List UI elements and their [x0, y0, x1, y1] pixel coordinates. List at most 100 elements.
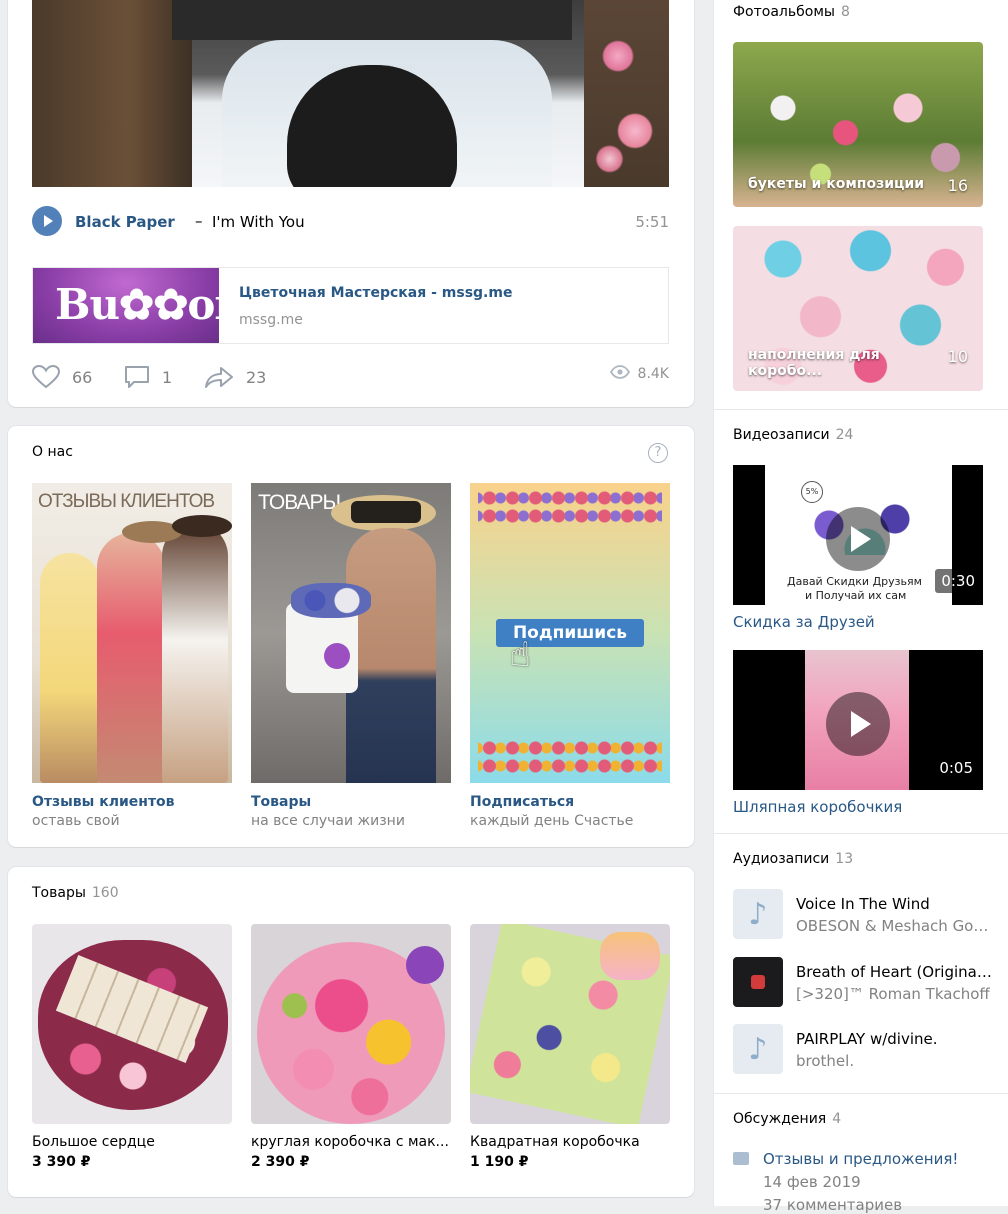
post-audio-row[interactable]: Black Paper – I'm With You 5:51: [32, 206, 669, 238]
blue-flowers: [291, 583, 371, 618]
hat-shape: [172, 515, 232, 537]
track-artist[interactable]: [>320]™ Roman Tkachoff: [796, 985, 993, 1003]
goods-title[interactable]: Товары 160: [32, 885, 119, 901]
audio-artist[interactable]: Black Paper: [75, 213, 175, 231]
product-name[interactable]: Большое сердце: [32, 1134, 232, 1150]
album-name: букеты и композиции: [748, 176, 925, 192]
tile-title[interactable]: Подписаться: [470, 794, 670, 810]
tile-title[interactable]: Товары: [251, 794, 451, 810]
discussions-title-label: Обсуждения: [733, 1111, 827, 1127]
woman-body: [346, 528, 436, 783]
about-title: О нас: [32, 444, 73, 460]
share-icon: [204, 365, 234, 389]
heart-icon: [32, 365, 60, 389]
photo-black-paper: [172, 0, 572, 40]
post-actions: 66 1 23 8.4K: [32, 362, 669, 392]
comment-count: 1: [162, 367, 173, 387]
product-item[interactable]: Квадратная коробочка 1 190 ₽: [470, 924, 670, 1170]
album-count: 10: [947, 347, 968, 366]
audio-track[interactable]: Breath of Heart (Original ... [>320]™ Ro…: [733, 957, 993, 1007]
audio-title[interactable]: I'm With You: [212, 213, 305, 231]
discussion-topic[interactable]: Отзывы и предложения!: [763, 1150, 958, 1168]
link-snippet[interactable]: Bu✿✿on Цветочная Мастерская - mssg.me ms…: [32, 267, 669, 344]
eye-icon: [609, 365, 630, 383]
subscribe-tile-image[interactable]: Подпишись ☝: [470, 483, 670, 783]
about-tile-subscribe[interactable]: Подпишись ☝ Подписаться каждый день Счас…: [470, 483, 670, 829]
discussions-title[interactable]: Обсуждения 4: [733, 1111, 841, 1127]
music-note-icon: ♪: [733, 1024, 783, 1074]
product-image[interactable]: [470, 924, 670, 1124]
play-icon[interactable]: [826, 507, 890, 571]
product-price: 1 190 ₽: [470, 1154, 529, 1170]
play-icon[interactable]: [826, 692, 890, 756]
video-item[interactable]: 0:05: [733, 650, 983, 790]
audio-duration: 5:51: [635, 213, 669, 231]
tile-overlay-text: ТОВАРЫ: [258, 491, 341, 514]
divider: [714, 409, 1008, 410]
track-artist[interactable]: brothel.: [796, 1052, 993, 1070]
track-title[interactable]: PAIRPLAY w/divine.: [796, 1030, 993, 1048]
video-title[interactable]: Шляпная коробочкия: [733, 798, 902, 816]
tile-subtitle: на все случаи жизни: [251, 813, 405, 829]
audio-track[interactable]: ♪ Voice In The Wind OBESON & Meshach Gor…: [733, 889, 993, 939]
post-photo[interactable]: [32, 0, 669, 187]
audio-track[interactable]: ♪ PAIRPLAY w/divine. brothel.: [733, 1024, 993, 1074]
album-name: наполнения для коробо...: [748, 347, 880, 379]
audios-title-label: Аудиозаписи: [733, 851, 830, 867]
album-count: 16: [947, 176, 968, 195]
woman-figure: [162, 523, 228, 783]
product-name[interactable]: Квадратная коробочка: [470, 1134, 670, 1150]
album-caption: наполнения для коробо... 10: [748, 347, 968, 379]
goods-title-label: Товары: [32, 885, 86, 901]
right-sidebar: Фотоальбомы 8 букеты и композиции 16 напо…: [713, 0, 1008, 1214]
product-image[interactable]: [32, 924, 232, 1124]
tile-title[interactable]: Отзывы клиентов: [32, 794, 232, 810]
track-artist[interactable]: OBESON & Meshach Gord...: [796, 917, 993, 935]
tile-subtitle: оставь свой: [32, 813, 120, 829]
audios-title[interactable]: Аудиозаписи 13: [733, 851, 853, 867]
discussion-icon: [733, 1152, 749, 1165]
videos-title-label: Видеозаписи: [733, 427, 830, 443]
play-icon[interactable]: [32, 206, 62, 236]
product-name[interactable]: круглая коробочка с мак...: [251, 1134, 451, 1150]
albums-title-label: Фотоальбомы: [733, 4, 835, 20]
share-button[interactable]: 23: [204, 362, 266, 392]
promo-line1: Давай Скидки Друзьям: [787, 575, 922, 588]
about-tile-reviews[interactable]: ОТЗЫВЫ КЛИЕНТОВ Отзывы клиентов оставь с…: [32, 483, 232, 829]
hand-cursor-icon: ☝: [510, 635, 531, 675]
comment-button[interactable]: 1: [124, 362, 172, 392]
video-title[interactable]: Скидка за Друзей: [733, 613, 875, 631]
album-item[interactable]: букеты и композиции 16: [733, 42, 983, 207]
product-item[interactable]: круглая коробочка с мак... 2 390 ₽: [251, 924, 451, 1170]
woman-figure: [40, 553, 100, 783]
like-count: 66: [72, 367, 93, 387]
like-button[interactable]: 66: [32, 362, 92, 392]
track-title[interactable]: Breath of Heart (Original ...: [796, 963, 993, 981]
goods-count: 160: [91, 885, 119, 901]
macarons: [600, 932, 660, 980]
audios-count: 13: [835, 851, 854, 867]
discussions-count: 4: [832, 1111, 842, 1127]
audio-separator: –: [195, 212, 203, 230]
tile-subtitle: каждый день Счастье: [470, 813, 634, 829]
promo-line2: и Получай их сам: [805, 589, 907, 602]
about-tile-goods[interactable]: ТОВАРЫ Товары на все случаи жизни: [251, 483, 451, 829]
hat-band: [351, 501, 421, 523]
divider: [714, 833, 1008, 834]
comment-icon: [124, 365, 150, 389]
video-item[interactable]: 5% Давай Скидки Друзьям и Получай их сам…: [733, 465, 983, 605]
link-title[interactable]: Цветочная Мастерская - mssg.me: [239, 285, 512, 301]
link-thumbnail[interactable]: Bu✿✿on: [33, 268, 219, 343]
video-duration: 0:30: [935, 569, 981, 593]
reviews-tile-image[interactable]: ОТЗЫВЫ КЛИЕНТОВ: [32, 483, 232, 783]
track-title[interactable]: Voice In The Wind: [796, 895, 993, 913]
product-image[interactable]: [251, 924, 451, 1124]
videos-title[interactable]: Видеозаписи 24: [733, 427, 853, 443]
albums-title[interactable]: Фотоальбомы 8: [733, 4, 850, 20]
help-icon[interactable]: ?: [648, 443, 668, 463]
discussion-comments[interactable]: 37 комментариев: [763, 1196, 902, 1214]
album-item[interactable]: наполнения для коробо... 10: [733, 226, 983, 391]
goods-tile-image[interactable]: ТОВАРЫ: [251, 483, 451, 783]
product-item[interactable]: Большое сердце 3 390 ₽: [32, 924, 232, 1170]
photo-wood-background: [32, 0, 192, 187]
